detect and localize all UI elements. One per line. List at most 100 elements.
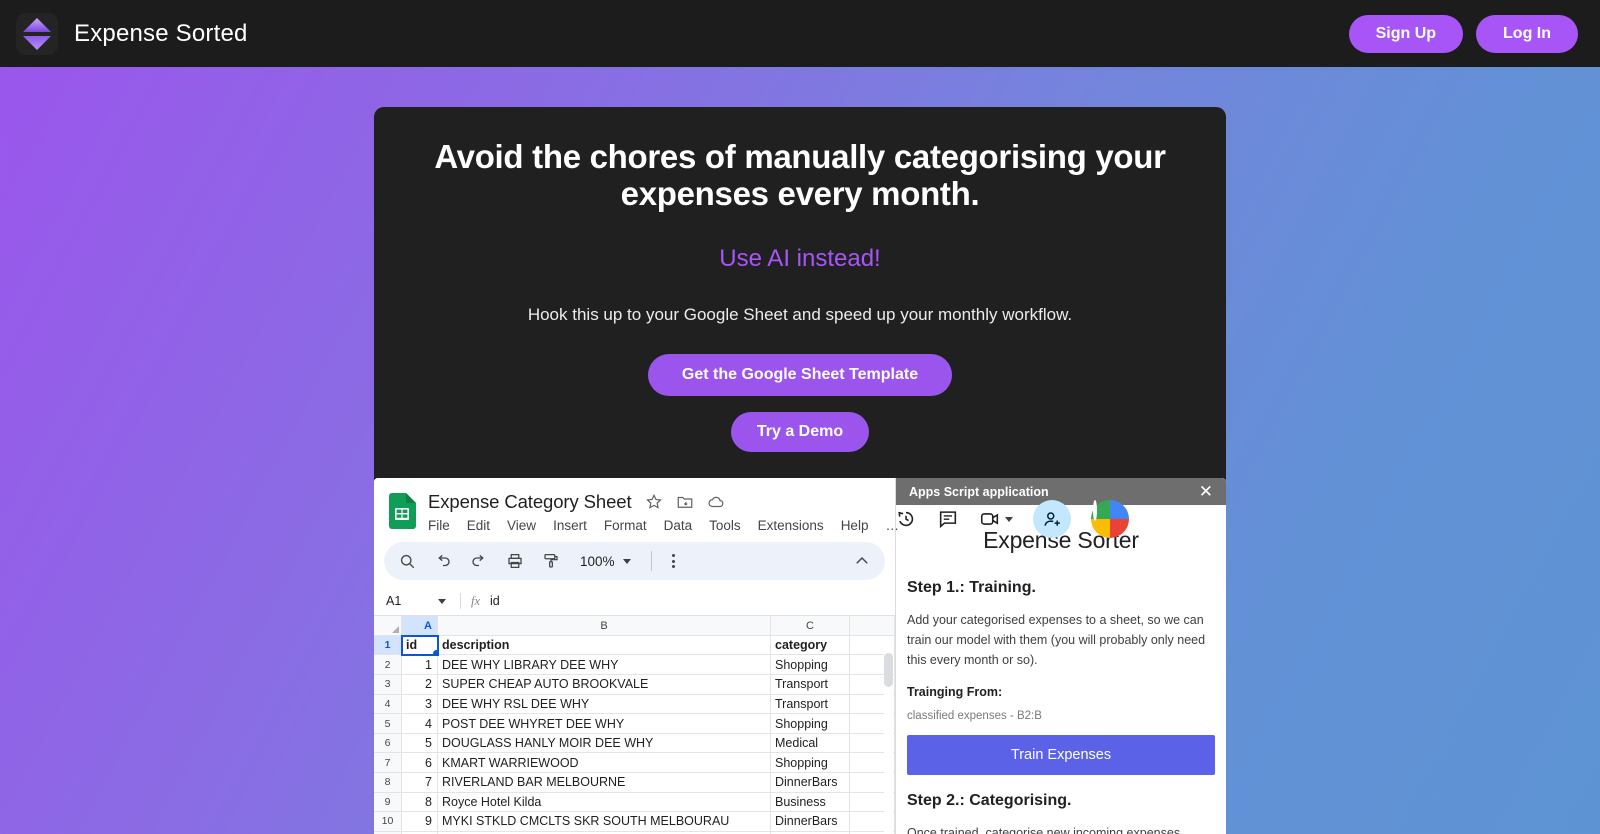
cell-column-a[interactable]: 5 bbox=[402, 733, 438, 754]
menu-insert[interactable]: Insert bbox=[553, 518, 587, 533]
table-row: 5 4 POST DEE WHYRET DEE WHY Shopping bbox=[374, 714, 895, 734]
toolbar-divider bbox=[650, 551, 652, 572]
table-row: 8 7 RIVERLAND BAR MELBOURNE DinnerBars bbox=[374, 773, 895, 793]
column-header-d[interactable] bbox=[850, 616, 895, 636]
cell-column-c[interactable]: Shopping bbox=[771, 753, 850, 773]
paint-format-icon[interactable] bbox=[542, 552, 560, 570]
cell-column-a[interactable]: 2 bbox=[402, 675, 438, 695]
cell-column-c[interactable]: category bbox=[771, 635, 850, 656]
select-all-corner[interactable] bbox=[374, 616, 402, 636]
cell-column-a[interactable]: 8 bbox=[402, 792, 438, 813]
cell-column-b[interactable]: Royce Hotel Kilda bbox=[438, 792, 771, 813]
cell-column-b[interactable]: SUPER CHEAP AUTO BROOKVALE bbox=[438, 675, 771, 695]
google-sheets-icon bbox=[389, 493, 416, 530]
cell-column-a[interactable]: 4 bbox=[402, 714, 438, 734]
cell-column-b[interactable]: DEE WHY LIBRARY DEE WHY bbox=[438, 655, 771, 676]
cell-column-b[interactable]: RIVERLAND BAR MELBOURNE bbox=[438, 773, 771, 793]
row-number[interactable]: 7 bbox=[374, 753, 402, 773]
sheet-top-right-actions bbox=[895, 500, 1129, 539]
row-number[interactable]: 6 bbox=[374, 733, 402, 754]
log-in-button[interactable]: Log In bbox=[1476, 14, 1578, 53]
step2-heading: Step 2.: Categorising. bbox=[907, 791, 1072, 809]
menu-extensions[interactable]: Extensions bbox=[758, 518, 824, 533]
menu-view[interactable]: View bbox=[507, 518, 536, 533]
sheet-menubar: File Edit View Insert Format Data Tools … bbox=[428, 518, 899, 533]
title-row: Expense Category Sheet bbox=[428, 491, 899, 513]
cell-column-b[interactable]: MYKI STKLD CMCLTS SKR SOUTH MELBOURAU bbox=[438, 812, 771, 832]
formula-bar: A1 fx id bbox=[374, 587, 895, 617]
cell-column-a[interactable]: 6 bbox=[402, 753, 438, 773]
print-icon[interactable] bbox=[506, 552, 524, 570]
cell-column-a[interactable]: 7 bbox=[402, 773, 438, 793]
column-header-a[interactable]: A bbox=[402, 616, 438, 636]
cell-column-c[interactable]: DinnerBars bbox=[771, 812, 850, 832]
cloud-saved-icon[interactable] bbox=[707, 493, 725, 511]
row-number[interactable]: 9 bbox=[374, 792, 402, 813]
cell-column-a[interactable]: 3 bbox=[402, 694, 438, 715]
video-call-button[interactable] bbox=[979, 508, 1013, 530]
cell-column-b[interactable]: DOUGLASS HANLY MOIR DEE WHY bbox=[438, 733, 771, 754]
table-row: 10 9 MYKI STKLD CMCLTS SKR SOUTH MELBOURAU… bbox=[374, 812, 895, 832]
vertical-scrollbar[interactable] bbox=[884, 653, 893, 834]
hero-description: Hook this up to your Google Sheet and sp… bbox=[527, 305, 1073, 325]
close-icon[interactable]: ✕ bbox=[1199, 483, 1213, 500]
brand[interactable]: Expense Sorted bbox=[16, 12, 248, 55]
column-header-b[interactable]: B bbox=[438, 616, 771, 636]
cell-column-c[interactable]: Transport bbox=[771, 675, 850, 695]
get-template-button[interactable]: Get the Google Sheet Template bbox=[647, 354, 953, 397]
formula-input[interactable]: id bbox=[490, 594, 500, 608]
undo-icon[interactable] bbox=[434, 552, 452, 570]
row-number[interactable]: 3 bbox=[374, 675, 402, 695]
row-number[interactable]: 1 bbox=[374, 635, 402, 656]
cell-column-a[interactable]: id bbox=[401, 634, 439, 657]
scrollbar-thumb[interactable] bbox=[884, 653, 893, 688]
menu-file[interactable]: File bbox=[428, 518, 450, 533]
cell-column-c[interactable]: Shopping bbox=[771, 655, 850, 676]
sign-up-button[interactable]: Sign Up bbox=[1348, 14, 1464, 53]
sheet-title[interactable]: Expense Category Sheet bbox=[428, 491, 632, 513]
top-navbar: Expense Sorted Sign Up Log In bbox=[0, 0, 1600, 70]
menu-data[interactable]: Data bbox=[664, 518, 693, 533]
cell-column-b[interactable]: description bbox=[438, 635, 771, 656]
row-number[interactable]: 8 bbox=[374, 773, 402, 793]
row-number[interactable]: 5 bbox=[374, 714, 402, 734]
column-header-c[interactable]: C bbox=[771, 616, 850, 636]
cell-column-a[interactable]: 9 bbox=[402, 812, 438, 832]
cell-column-c[interactable]: Transport bbox=[771, 694, 850, 715]
menu-help[interactable]: Help bbox=[841, 518, 869, 533]
version-history-icon[interactable] bbox=[895, 508, 917, 530]
row-number[interactable]: 2 bbox=[374, 655, 402, 676]
cell-column-b[interactable]: DEE WHY RSL DEE WHY bbox=[438, 694, 771, 715]
comment-icon[interactable] bbox=[937, 508, 959, 530]
avatar[interactable] bbox=[1091, 500, 1129, 539]
training-range-value[interactable]: classified expenses - B2:B bbox=[907, 710, 1215, 722]
cell-column-c[interactable]: Business bbox=[771, 792, 850, 813]
row-number[interactable]: 10 bbox=[374, 812, 402, 832]
column-header-row: A B C bbox=[374, 616, 895, 636]
collapse-toolbar-icon[interactable] bbox=[853, 552, 871, 570]
add-person-icon bbox=[1043, 512, 1060, 526]
cell-column-c[interactable]: Medical bbox=[771, 733, 850, 754]
search-icon[interactable] bbox=[398, 552, 416, 570]
train-expenses-button[interactable]: Train Expenses bbox=[907, 734, 1215, 775]
spreadsheet-grid: A B C 1 id description category 2 1 DEE WHY LI… bbox=[374, 616, 895, 834]
try-demo-button[interactable]: Try a Demo bbox=[730, 412, 870, 453]
share-button[interactable] bbox=[1033, 500, 1071, 539]
cell-column-a[interactable]: 1 bbox=[402, 655, 438, 676]
cell-column-c[interactable]: Shopping bbox=[771, 714, 850, 734]
star-icon[interactable] bbox=[645, 493, 663, 511]
zoom-level-dropdown[interactable]: 100% bbox=[580, 554, 631, 569]
menu-format[interactable]: Format bbox=[604, 518, 647, 533]
redo-icon[interactable] bbox=[470, 552, 488, 570]
cell-column-b[interactable]: POST DEE WHYRET DEE WHY bbox=[438, 714, 771, 734]
cell-column-b[interactable]: KMART WARRIEWOOD bbox=[438, 753, 771, 773]
menu-tools[interactable]: Tools bbox=[709, 518, 741, 533]
fx-icon: fx bbox=[471, 593, 481, 608]
menu-edit[interactable]: Edit bbox=[467, 518, 490, 533]
move-to-folder-icon[interactable] bbox=[676, 493, 694, 511]
row-number[interactable]: 4 bbox=[374, 694, 402, 715]
table-row: 3 2 SUPER CHEAP AUTO BROOKVALE Transport bbox=[374, 675, 895, 695]
cell-column-c[interactable]: DinnerBars bbox=[771, 773, 850, 793]
more-options-icon[interactable] bbox=[671, 554, 675, 569]
cell-reference-box[interactable]: A1 bbox=[386, 594, 456, 608]
